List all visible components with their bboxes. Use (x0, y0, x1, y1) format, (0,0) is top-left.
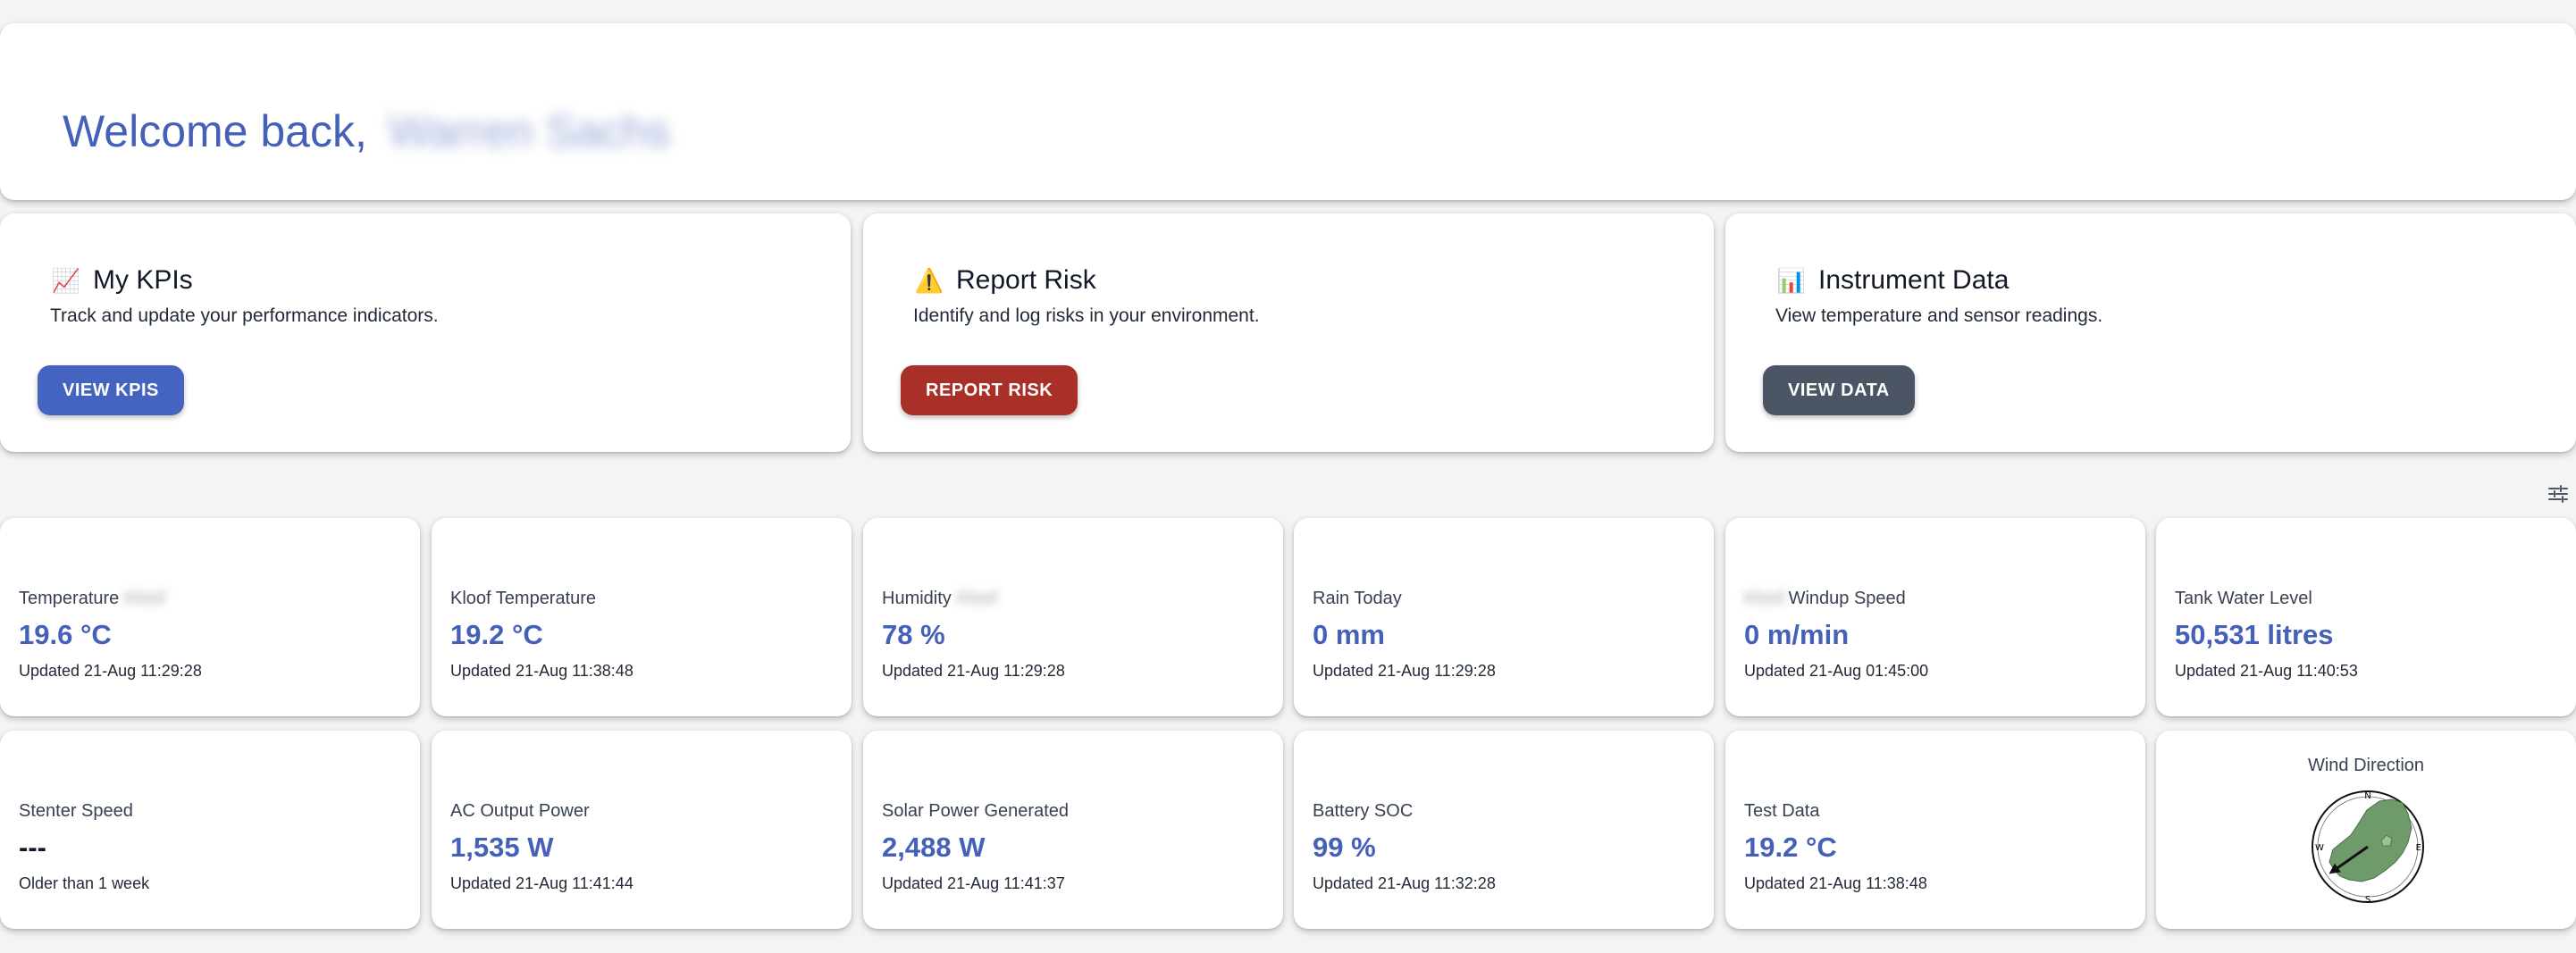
tile-label: Battery SOC (1313, 801, 1414, 821)
chart-increasing-icon: 📈 (51, 266, 81, 294)
rain-today-tile[interactable]: Rain Today 0 mm Updated 21-Aug 11:29:28 (1294, 518, 1714, 716)
tile-updated: Updated 21-Aug 01:45:00 (1744, 662, 1929, 680)
windup-speed-tile[interactable]: Kloof Windup Speed 0 m/min Updated 21-Aug… (1725, 518, 2145, 716)
tile-label: Temperature Kloof (19, 589, 165, 608)
temperature-tile[interactable]: Temperature Kloof 19.6 °C Updated 21-Aug … (0, 518, 420, 716)
tile-label: Humidity Kloof (882, 589, 998, 608)
tile-updated: Updated 21-Aug 11:32:28 (1313, 874, 1496, 892)
solar-power-tile[interactable]: Solar Power Generated 2,488 W Updated 21… (863, 731, 1283, 929)
tile-updated: Updated 21-Aug 11:38:48 (450, 662, 634, 680)
sliders-icon[interactable] (2547, 483, 2569, 505)
kpis-card: 📈 My KPIs Track and update your performa… (0, 213, 851, 452)
tile-value: 99 % (1313, 832, 1376, 863)
instrument-data-description: View temperature and sensor readings. (1775, 305, 2103, 326)
instrument-data-title: Instrument Data (1818, 265, 2010, 295)
kpis-title: My KPIs (93, 265, 193, 295)
tile-value: 1,535 W (450, 832, 554, 863)
warning-icon: ⚠️ (914, 266, 944, 294)
compass-s: S (2365, 895, 2370, 905)
tile-updated: Updated 21-Aug 11:29:28 (19, 662, 202, 680)
compass-icon: N E S W (2312, 790, 2424, 905)
view-kpis-button[interactable]: VIEW KPIS (38, 365, 184, 415)
welcome-card: Welcome back, Warren Sachs (0, 23, 2576, 200)
tile-updated: Updated 21-Aug 11:41:37 (882, 874, 1065, 892)
report-risk-description: Identify and log risks in your environme… (913, 305, 1260, 326)
user-name: Warren Sachs (388, 106, 670, 156)
tile-label: Test Data (1744, 801, 1820, 821)
kpis-description: Track and update your performance indica… (50, 305, 439, 326)
tile-label: AC Output Power (450, 801, 590, 821)
report-risk-title: Report Risk (956, 265, 1096, 295)
instrument-data-card: 📊 Instrument Data View temperature and s… (1725, 213, 2576, 452)
tile-label: Kloof Temperature (450, 589, 597, 608)
tile-value: 2,488 W (882, 832, 986, 863)
tile-value: 0 m/min (1744, 619, 1850, 650)
tile-value: 19.2 °C (1744, 832, 1837, 863)
tile-label: Tank Water Level (2175, 589, 2312, 608)
ac-output-power-tile[interactable]: AC Output Power 1,535 W Updated 21-Aug 1… (432, 731, 852, 929)
tile-value: --- (19, 832, 46, 863)
tank-water-level-tile[interactable]: Tank Water Level 50,531 litres Updated 2… (2156, 518, 2576, 716)
battery-soc-tile[interactable]: Battery SOC 99 % Updated 21-Aug 11:32:28 (1294, 731, 1714, 929)
tile-label: Solar Power Generated (882, 801, 1070, 821)
tile-updated: Updated 21-Aug 11:29:28 (882, 662, 1065, 680)
tile-value: 50,531 litres (2175, 619, 2334, 650)
compass-e: E (2416, 843, 2421, 853)
stenter-speed-tile[interactable]: Stenter Speed --- Older than 1 week (0, 731, 420, 929)
tile-label: Stenter Speed (19, 801, 133, 821)
view-data-button[interactable]: VIEW DATA (1763, 365, 1915, 415)
tile-updated: Updated 21-Aug 11:40:53 (2175, 662, 2358, 680)
compass-n: N (2364, 791, 2370, 801)
tile-value: 0 mm (1313, 619, 1385, 650)
tile-updated: Updated 21-Aug 11:38:48 (1744, 874, 1927, 892)
tile-updated: Updated 21-Aug 11:41:44 (450, 874, 634, 892)
tile-value: 78 % (882, 619, 945, 650)
kloof-temperature-tile[interactable]: Kloof Temperature 19.2 °C Updated 21-Aug… (432, 518, 852, 716)
welcome-heading: Welcome back, Warren Sachs (63, 105, 670, 157)
tile-label: Kloof Windup Speed (1744, 589, 1906, 608)
wind-direction-tile[interactable]: Wind Direction N E S W (2156, 731, 2576, 929)
report-risk-card: ⚠️ Report Risk Identify and log risks in… (863, 213, 1714, 452)
tile-value: 19.6 °C (19, 619, 112, 650)
tile-updated: Updated 21-Aug 11:29:28 (1313, 662, 1496, 680)
bar-chart-icon: 📊 (1776, 266, 1807, 294)
welcome-greeting: Welcome back, (63, 106, 367, 156)
report-risk-button[interactable]: REPORT RISK (901, 365, 1078, 415)
compass-w: W (2315, 843, 2324, 853)
tile-label: Rain Today (1313, 589, 1402, 608)
humidity-tile[interactable]: Humidity Kloof 78 % Updated 21-Aug 11:29:… (863, 518, 1283, 716)
test-data-tile[interactable]: Test Data 19.2 °C Updated 21-Aug 11:38:4… (1725, 731, 2145, 929)
tile-value: 19.2 °C (450, 619, 543, 650)
tile-updated: Older than 1 week (19, 874, 150, 892)
wind-direction-title: Wind Direction (2307, 756, 2425, 775)
